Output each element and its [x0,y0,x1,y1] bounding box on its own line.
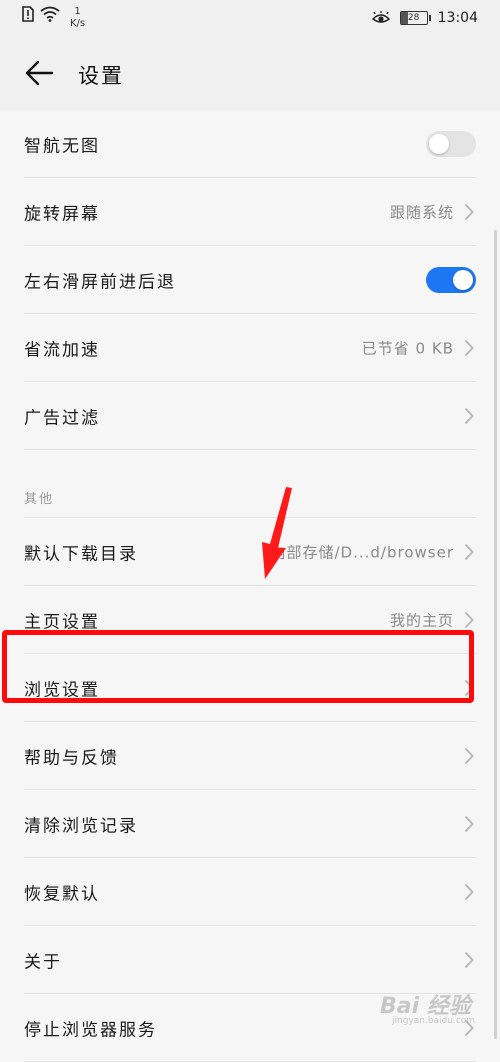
status-right: 28 13:04 [371,10,478,26]
network-speed: 1 K/s [70,6,85,30]
chevron-right-icon [464,407,474,424]
row-label: 省流加速 [24,340,100,360]
row-value: 内部存储/D...d/browser [270,543,454,561]
network-speed-unit: K/s [70,18,86,29]
page-title: 设置 [78,64,124,88]
battery-icon: 28 [399,11,431,25]
row-label: 帮助与反馈 [24,748,119,768]
row-label: 智航无图 [24,136,100,156]
clock: 13:04 [437,10,478,26]
chevron-right-icon [464,883,474,900]
chevron-right-icon [464,815,474,832]
section-header-other: 其他 [24,450,476,518]
row-label: 默认下载目录 [24,544,138,564]
row-label: 关于 [24,952,62,972]
row-download-directory[interactable]: 默认下载目录 内部存储/D...d/browser [24,518,476,586]
row-value: 跟随系统 [389,203,454,221]
highlight-box [2,630,474,703]
row-restore-default[interactable]: 恢复默认 [24,858,476,926]
swipe-navigation-toggle[interactable] [426,266,476,293]
row-no-image-mode[interactable]: 智航无图 [24,110,476,178]
watermark-url: jingyan.baidu.com [392,1016,476,1026]
row-value: 已节省 0 KB [361,339,454,357]
scrollbar[interactable] [494,230,497,1039]
row-data-saver[interactable]: 省流加速 已节省 0 KB [24,314,476,382]
settings-list: 智航无图 旋转屏幕 跟随系统 左右滑屏前进后退 省流加速 已节省 0 KB 广告… [0,110,500,1062]
sim-alert-icon [22,6,34,22]
row-label: 停止浏览器服务 [24,1020,157,1040]
chevron-right-icon [464,611,474,628]
row-swipe-navigation[interactable]: 左右滑屏前进后退 [24,246,476,314]
row-about[interactable]: 关于 [24,926,476,994]
row-help-feedback[interactable]: 帮助与反馈 [24,722,476,790]
row-label: 左右滑屏前进后退 [24,272,176,292]
row-ad-filter[interactable]: 广告过滤 [24,382,476,450]
row-label: 广告过滤 [24,408,100,428]
annotation-arrow-icon [262,487,292,579]
status-bar: 1 K/s 28 13:04 [0,0,500,38]
chevron-right-icon [464,543,474,560]
section-label: 其他 [24,492,55,507]
row-label: 主页设置 [24,612,100,632]
no-image-toggle[interactable] [426,130,476,157]
toggle-knob [453,269,473,290]
back-arrow-icon[interactable] [24,58,54,88]
chevron-right-icon [464,747,474,764]
row-clear-history[interactable]: 清除浏览记录 [24,790,476,858]
battery-level: 28 [407,13,420,23]
row-rotate-screen[interactable]: 旋转屏幕 跟随系统 [24,178,476,246]
eye-comfort-icon [371,11,390,23]
chevron-right-icon [464,951,474,968]
row-label: 旋转屏幕 [24,204,100,224]
chevron-right-icon [464,203,474,220]
chevron-right-icon [464,339,474,356]
wifi-icon [40,6,60,22]
app-header: 设置 [0,38,500,110]
network-speed-value: 1 [74,6,81,17]
row-value: 我的主页 [389,611,454,629]
row-label: 清除浏览记录 [24,816,138,836]
status-left: 1 K/s [22,6,85,30]
row-label: 恢复默认 [24,884,100,904]
toggle-knob [429,133,449,154]
